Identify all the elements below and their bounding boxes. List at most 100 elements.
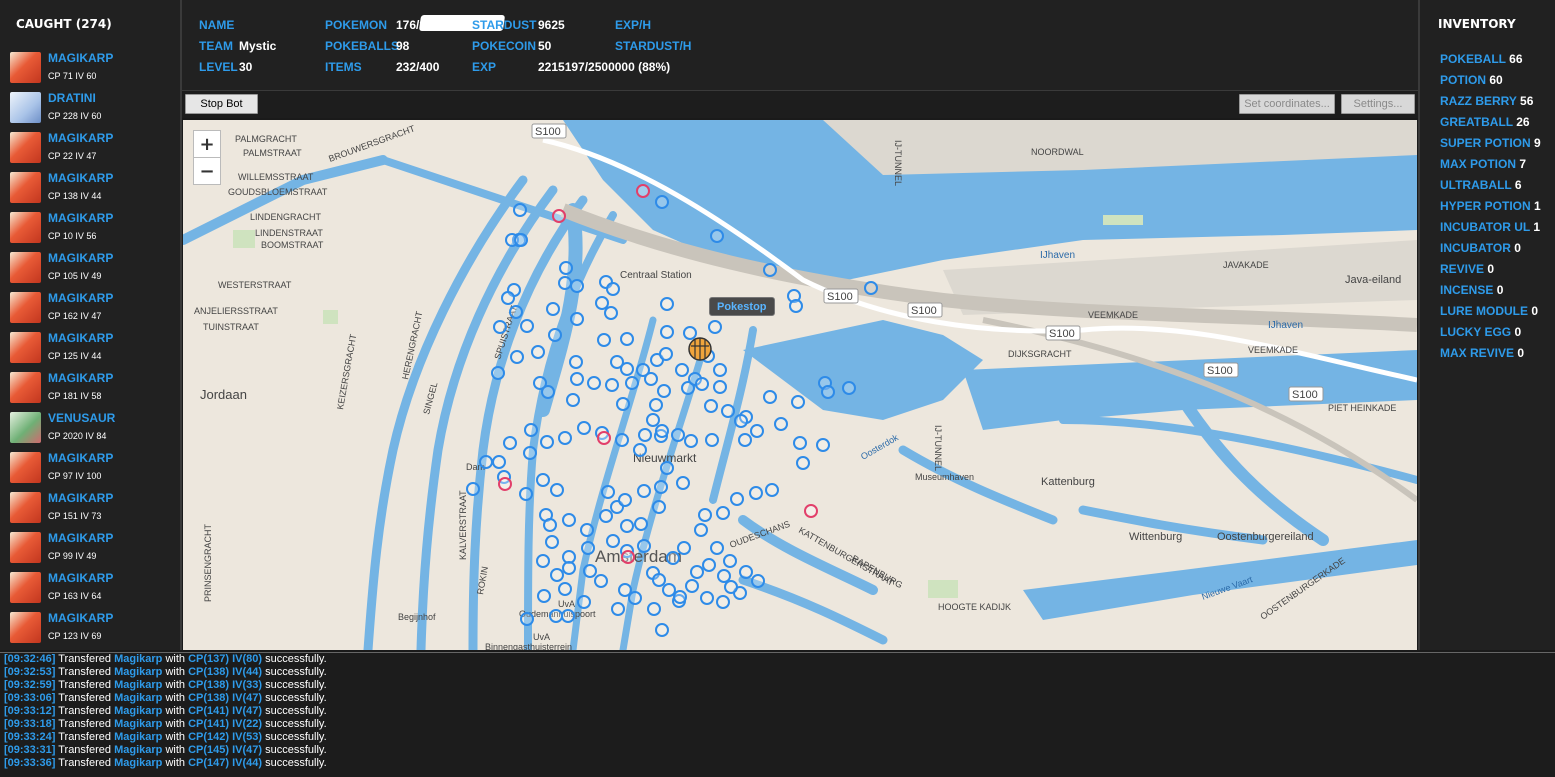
caught-item[interactable]: MAGIKARP CP 71 IV 60	[0, 50, 180, 90]
pokestop-marker[interactable]	[638, 428, 652, 442]
pokestop-marker[interactable]	[581, 541, 595, 555]
pokestop-marker[interactable]	[700, 591, 714, 605]
pokestop-marker[interactable]	[550, 483, 564, 497]
lured-pokestop-marker[interactable]	[597, 431, 611, 445]
pokestop-marker[interactable]	[479, 455, 493, 469]
pokestop-marker[interactable]	[713, 363, 727, 377]
pokestop-marker[interactable]	[524, 423, 538, 437]
caught-item[interactable]: MAGIKARP CP 125 IV 44	[0, 330, 180, 370]
pokestop-marker[interactable]	[695, 377, 709, 391]
pokestop-marker[interactable]	[558, 582, 572, 596]
pokestop-marker[interactable]	[716, 506, 730, 520]
pokestop-marker[interactable]	[662, 583, 676, 597]
pokestop-marker[interactable]	[595, 296, 609, 310]
pokestop-marker[interactable]	[774, 417, 788, 431]
zoom-in-button[interactable]: +	[193, 130, 221, 158]
pokestop-marker[interactable]	[789, 299, 803, 313]
pokestop-marker[interactable]	[796, 456, 810, 470]
pokestop-marker[interactable]	[655, 623, 669, 637]
pokestop-marker[interactable]	[634, 517, 648, 531]
pokestop-marker[interactable]	[541, 385, 555, 399]
pokestop-marker[interactable]	[821, 385, 835, 399]
pokestop-marker[interactable]	[763, 390, 777, 404]
pokestop-marker[interactable]	[660, 461, 674, 475]
pokestop-marker[interactable]	[519, 487, 533, 501]
stop-bot-button[interactable]: Stop Bot	[185, 94, 258, 114]
pokestop-marker[interactable]	[677, 541, 691, 555]
pokestop-marker[interactable]	[618, 583, 632, 597]
pokestop-marker[interactable]	[765, 483, 779, 497]
pokestop-marker[interactable]	[717, 569, 731, 583]
pokestop-marker[interactable]	[721, 404, 735, 418]
pokestop-marker[interactable]	[652, 500, 666, 514]
pokestop-marker[interactable]	[492, 455, 506, 469]
pokestop-marker[interactable]	[558, 276, 572, 290]
caught-item[interactable]: MAGIKARP CP 10 IV 56	[0, 210, 180, 250]
pokestop-marker[interactable]	[503, 436, 517, 450]
pokestop-marker[interactable]	[690, 565, 704, 579]
map[interactable]: S100 S100 S100 S100 S100 S100 Centraal S…	[183, 120, 1417, 650]
pokestop-marker[interactable]	[750, 424, 764, 438]
pokestop-marker[interactable]	[491, 366, 505, 380]
pokestop-marker[interactable]	[545, 535, 559, 549]
pokestop-marker[interactable]	[509, 305, 523, 319]
pokestop-marker[interactable]	[618, 493, 632, 507]
pokestop-marker[interactable]	[793, 436, 807, 450]
caught-item[interactable]: MAGIKARP CP 138 IV 44	[0, 170, 180, 210]
pokestop-marker[interactable]	[646, 413, 660, 427]
pokestop-marker[interactable]	[616, 397, 630, 411]
pokestop-marker[interactable]	[675, 363, 689, 377]
pokestop-marker[interactable]	[657, 384, 671, 398]
pokestop-marker[interactable]	[652, 573, 666, 587]
pokestop-marker[interactable]	[493, 320, 507, 334]
pokestop-marker[interactable]	[597, 333, 611, 347]
pokestop-marker[interactable]	[659, 347, 673, 361]
pokestop-marker[interactable]	[730, 492, 744, 506]
pokestop-marker[interactable]	[523, 446, 537, 460]
pokestop-marker[interactable]	[558, 431, 572, 445]
pokestop-marker[interactable]	[710, 541, 724, 555]
pokestop-marker[interactable]	[671, 428, 685, 442]
pokestop-marker[interactable]	[583, 564, 597, 578]
pokestop-marker[interactable]	[710, 229, 724, 243]
pokestop-marker[interactable]	[637, 484, 651, 498]
pokestop-marker[interactable]	[550, 568, 564, 582]
caught-item[interactable]: MAGIKARP CP 163 IV 64	[0, 570, 180, 610]
pokestop-marker[interactable]	[601, 485, 615, 499]
pokestop-marker[interactable]	[842, 381, 856, 395]
pokestop-marker[interactable]	[620, 332, 634, 346]
pokestop-marker[interactable]	[562, 561, 576, 575]
caught-item[interactable]: VENUSAUR CP 2020 IV 84	[0, 410, 180, 450]
pokestop-marker[interactable]	[569, 355, 583, 369]
pokestop-marker[interactable]	[763, 263, 777, 277]
pokestop-marker[interactable]	[637, 539, 651, 553]
caught-item[interactable]: MAGIKARP CP 181 IV 58	[0, 370, 180, 410]
pokestop-marker[interactable]	[620, 362, 634, 376]
pokestop-marker[interactable]	[655, 195, 669, 209]
lured-pokestop-marker[interactable]	[804, 504, 818, 518]
pokestop-marker[interactable]	[723, 554, 737, 568]
caught-item[interactable]: MAGIKARP CP 105 IV 49	[0, 250, 180, 290]
pokestop-marker[interactable]	[466, 482, 480, 496]
pokestop-marker[interactable]	[587, 376, 601, 390]
zoom-out-button[interactable]: −	[193, 157, 221, 185]
pokestop-marker[interactable]	[734, 414, 748, 428]
pokestop-marker[interactable]	[536, 554, 550, 568]
pokestop-marker[interactable]	[570, 312, 584, 326]
pokestop-marker[interactable]	[520, 319, 534, 333]
pokestop-marker[interactable]	[580, 523, 594, 537]
pokestop-marker[interactable]	[570, 372, 584, 386]
pokestop-marker[interactable]	[537, 589, 551, 603]
pokestop-marker[interactable]	[739, 565, 753, 579]
pokestop-marker[interactable]	[606, 282, 620, 296]
lured-pokestop-marker[interactable]	[498, 477, 512, 491]
lured-pokestop-marker[interactable]	[552, 209, 566, 223]
pokestop-marker[interactable]	[791, 395, 805, 409]
pokestop-marker[interactable]	[566, 393, 580, 407]
pokestop-marker[interactable]	[559, 261, 573, 275]
pokestop-marker[interactable]	[666, 551, 680, 565]
pokestop-marker[interactable]	[549, 609, 563, 623]
pokestop-marker[interactable]	[562, 513, 576, 527]
pokestop-marker[interactable]	[546, 302, 560, 316]
pokestop-marker[interactable]	[749, 486, 763, 500]
